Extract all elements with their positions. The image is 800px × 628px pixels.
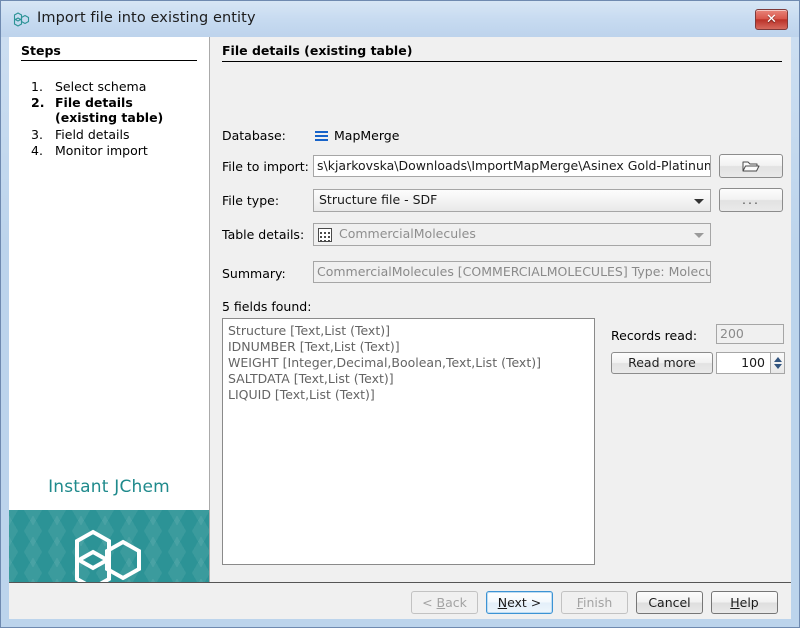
- step-label: Field details: [55, 127, 130, 142]
- step-item-2: 2. File details (existing table): [31, 95, 199, 125]
- content-panel: File details (existing table) Database: …: [210, 37, 791, 582]
- dialog-button-bar: < Back Next > Finish Cancel Help: [9, 583, 791, 619]
- database-icon: [315, 131, 328, 142]
- table-details-value: CommercialMolecules: [339, 226, 476, 241]
- chevron-down-icon: [694, 232, 704, 238]
- list-item[interactable]: WEIGHT [Integer,Decimal,Boolean,Text,Lis…: [228, 355, 589, 371]
- close-icon: ✕: [766, 12, 777, 27]
- read-count-input[interactable]: 100: [716, 352, 771, 374]
- file-type-value: Structure file - SDF: [319, 192, 438, 207]
- stepper-up-icon[interactable]: [774, 357, 782, 362]
- page-title-divider: [222, 61, 782, 62]
- step-item-1: 1. Select schema: [31, 79, 199, 94]
- database-label: Database:: [222, 128, 286, 143]
- records-read-label: Records read:: [611, 328, 698, 343]
- finish-button[interactable]: Finish: [561, 591, 628, 614]
- step-number: 2.: [31, 95, 45, 110]
- file-type-options-button[interactable]: ...: [719, 188, 783, 212]
- step-item-4: 4. Monitor import: [31, 143, 199, 158]
- read-count-stepper[interactable]: [771, 352, 785, 374]
- summary-value: CommercialMolecules [COMMERCIALMOLECULES…: [313, 261, 711, 283]
- step-number: 3.: [31, 127, 43, 142]
- table-icon: [318, 228, 332, 242]
- fields-found-label: 5 fields found:: [222, 299, 312, 314]
- list-item[interactable]: SALTDATA [Text,List (Text)]: [228, 371, 589, 387]
- dialog-client-area: Steps 1. Select schema 2. File details (…: [9, 37, 791, 605]
- fields-list[interactable]: Structure [Text,List (Text)] IDNUMBER [T…: [222, 318, 595, 565]
- window-title: Import file into existing entity: [37, 10, 256, 26]
- list-item[interactable]: IDNUMBER [Text,List (Text)]: [228, 339, 589, 355]
- back-button[interactable]: < Back: [411, 591, 478, 614]
- table-details-select[interactable]: CommercialMolecules: [313, 223, 711, 246]
- step-label: File details (existing table): [55, 95, 164, 125]
- file-type-label: File type:: [222, 193, 280, 208]
- help-button[interactable]: Help: [711, 591, 778, 614]
- browse-file-button[interactable]: [719, 154, 783, 178]
- summary-label: Summary:: [222, 266, 286, 281]
- brand-title: Instant JChem: [48, 477, 170, 497]
- records-read-value: 200: [716, 324, 784, 344]
- step-label: Select schema: [55, 79, 147, 94]
- stepper-down-icon[interactable]: [774, 364, 782, 369]
- list-item[interactable]: LIQUID [Text,List (Text)]: [228, 387, 589, 403]
- next-button[interactable]: Next >: [486, 591, 553, 614]
- title-bar: Import file into existing entity ✕: [1, 1, 799, 37]
- step-item-3: 3. Field details: [31, 127, 199, 142]
- file-to-import-label: File to import:: [222, 159, 309, 174]
- cancel-button[interactable]: Cancel: [636, 591, 703, 614]
- page-title: File details (existing table): [222, 43, 413, 58]
- dialog-window: Import file into existing entity ✕ Steps…: [0, 0, 800, 628]
- step-label: Monitor import: [55, 143, 148, 158]
- folder-icon: [742, 161, 760, 172]
- database-value: MapMerge: [334, 128, 400, 143]
- hexagon-molecule-icon: [13, 12, 30, 27]
- steps-heading: Steps: [21, 43, 61, 58]
- close-button[interactable]: ✕: [755, 9, 788, 30]
- steps-panel: Steps 1. Select schema 2. File details (…: [9, 37, 209, 605]
- read-more-button[interactable]: Read more: [611, 352, 713, 374]
- chevron-down-icon: [694, 198, 704, 204]
- file-to-import-input[interactable]: s\kjarkovska\Downloads\ImportMapMerge\As…: [313, 155, 711, 177]
- list-item[interactable]: Structure [Text,List (Text)]: [228, 323, 589, 339]
- step-number: 1.: [31, 79, 43, 94]
- steps-divider: [21, 60, 197, 61]
- step-number: 4.: [31, 143, 43, 158]
- table-details-label: Table details:: [222, 227, 305, 242]
- file-type-select[interactable]: Structure file - SDF: [313, 189, 711, 212]
